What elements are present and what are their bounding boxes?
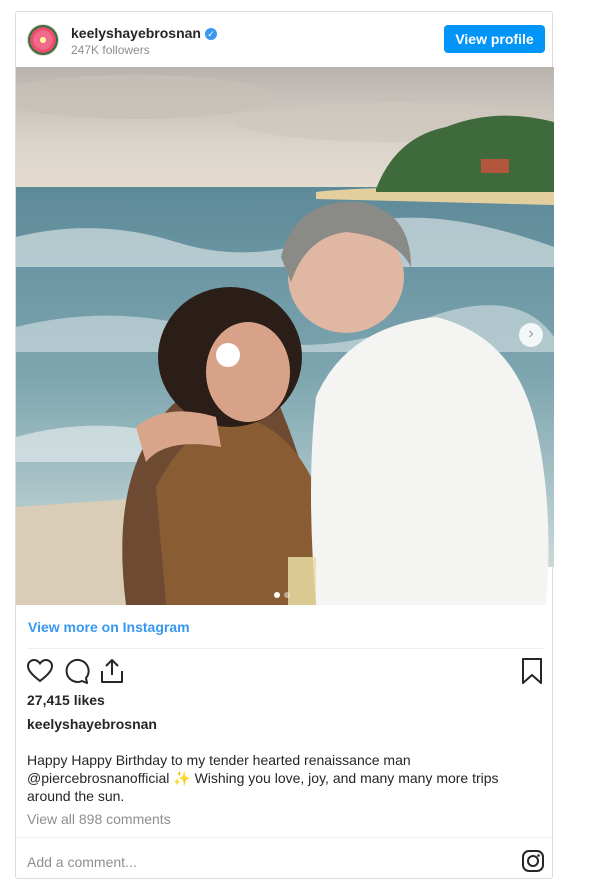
view-more-link[interactable]: View more on Instagram <box>28 619 190 635</box>
divider <box>27 648 543 649</box>
comment-icon[interactable] <box>62 657 90 685</box>
carousel-dot-active <box>274 592 280 598</box>
instagram-embed-card: keelyshayebrosnan ✓ 247K followers View p… <box>15 11 554 879</box>
post-photo[interactable]: › <box>16 67 554 605</box>
avatar[interactable] <box>27 24 59 56</box>
caption-text: Happy Happy Birthday to my tender hearte… <box>27 752 499 804</box>
add-comment-input[interactable]: Add a comment... <box>27 854 137 870</box>
beach-photo-image <box>16 67 554 605</box>
caption-username[interactable]: keelyshayebrosnan <box>27 716 157 732</box>
username-link[interactable]: keelyshayebrosnan ✓ <box>71 25 217 41</box>
instagram-icon[interactable] <box>521 849 545 873</box>
carousel-next-button[interactable]: › <box>519 323 543 347</box>
action-bar <box>24 655 546 685</box>
share-icon[interactable] <box>98 657 126 685</box>
likes-count[interactable]: 27,415 likes <box>27 692 105 708</box>
heart-icon[interactable] <box>26 657 54 685</box>
post-header: keelyshayebrosnan ✓ 247K followers View p… <box>16 12 554 67</box>
verified-badge-icon: ✓ <box>204 28 217 40</box>
carousel-indicator <box>274 585 294 603</box>
divider <box>16 837 554 838</box>
username-text[interactable]: keelyshayebrosnan <box>71 25 201 41</box>
view-profile-button[interactable]: View profile <box>444 25 545 53</box>
follower-count: 247K followers <box>71 43 150 57</box>
carousel-dot <box>284 592 290 598</box>
view-comments-link[interactable]: View all 898 comments <box>27 811 171 827</box>
bookmark-icon[interactable] <box>518 657 546 685</box>
